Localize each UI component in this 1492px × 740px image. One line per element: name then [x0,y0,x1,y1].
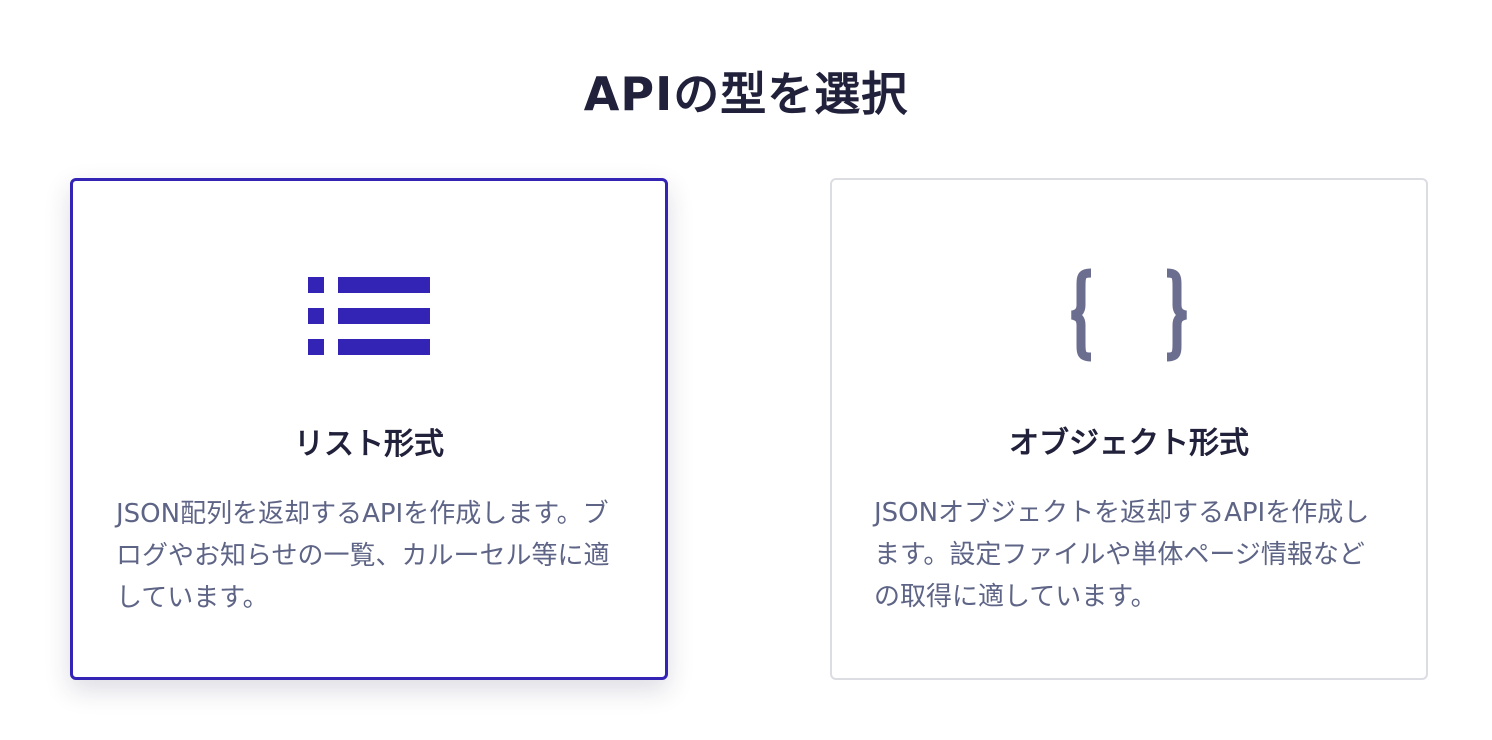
page-title: APIの型を選択 [583,67,909,121]
object-format-title: オブジェクト形式 [1009,426,1249,461]
object-format-description: JSONオブジェクトを返却するAPIを作成します。設定ファイルや単体ページ情報な… [874,498,1370,612]
list-format-title: リスト形式 [294,427,444,462]
curly-braces-icon [832,268,1426,362]
list-icon [73,271,665,361]
object-format-option-card[interactable]: オブジェクト形式 JSONオブジェクトを返却するAPIを作成します。設定ファイル… [830,178,1428,680]
list-format-option-card[interactable]: リスト形式 JSON配列を返却するAPIを作成します。ブログやお知らせの一覧、カ… [70,178,668,680]
list-format-description: JSON配列を返却するAPIを作成します。ブログやお知らせの一覧、カルーセル等に… [116,499,610,613]
